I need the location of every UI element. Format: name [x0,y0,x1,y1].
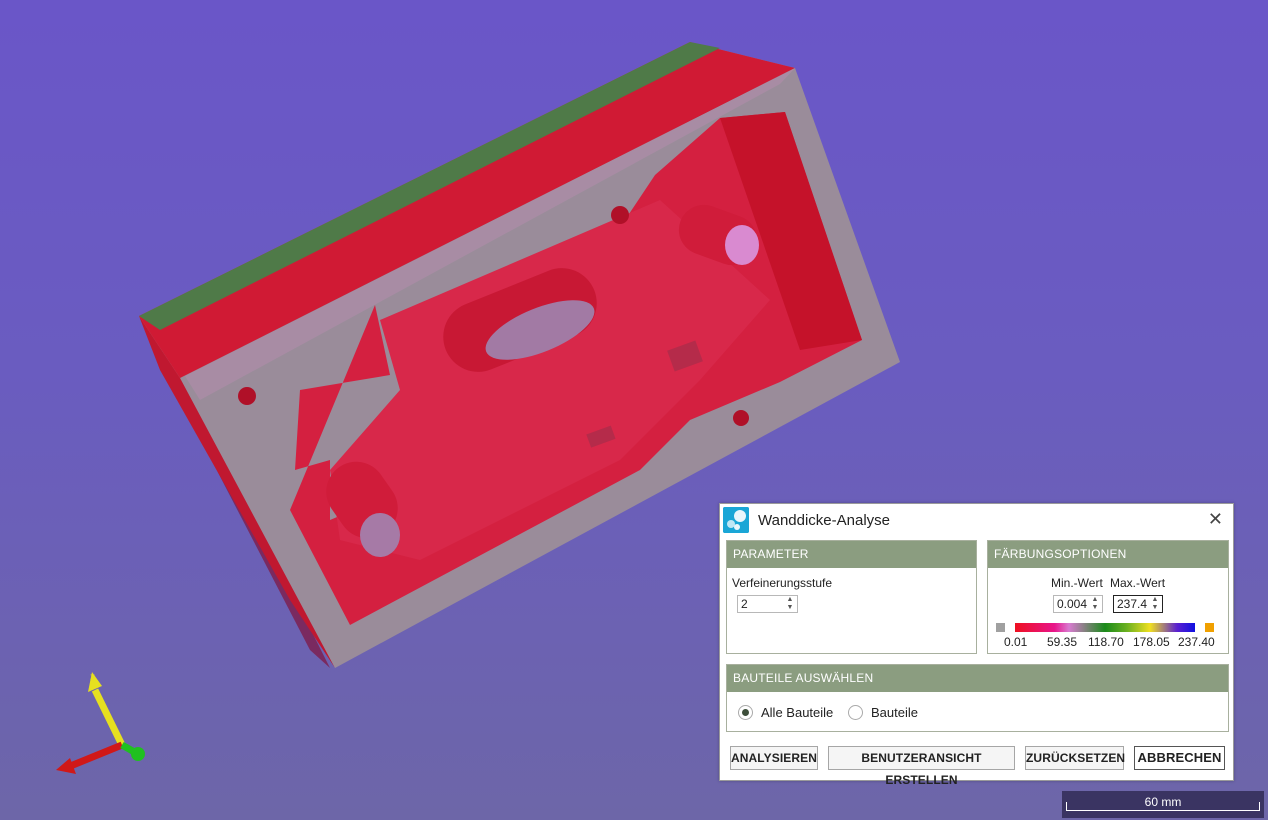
color-legend-gradient [1015,623,1195,632]
scale-bar: 60 mm [1062,791,1264,818]
part-hole-top [611,206,629,224]
legend-tick: 178.05 [1133,635,1170,649]
refinement-value: 2 [741,597,748,611]
part-cylinder-left-face [360,513,400,557]
stepper-arrows-icon[interactable]: ▲ ▼ [785,596,795,612]
reset-button[interactable]: ZURÜCKSETZEN [1025,746,1125,770]
axis-triad: z [56,672,145,774]
cancel-button[interactable]: ABBRECHEN [1134,746,1225,770]
axis-z-label: z [90,672,95,683]
radio-all-parts[interactable] [738,705,753,720]
dialog-titlebar[interactable]: Wanddicke-Analyse ✕ [720,504,1233,536]
part-hole-left [238,387,256,405]
parameter-header: PARAMETER [727,541,976,568]
scale-bar-line [1066,810,1260,811]
legend-tick: 118.70 [1088,635,1124,649]
close-icon[interactable]: ✕ [1208,509,1223,529]
radio-parts-label[interactable]: Bauteile [871,705,918,720]
min-value: 0.004 [1057,597,1088,611]
app-icon [723,507,749,533]
part-cylinder-right-face [725,225,759,265]
dialog-title: Wanddicke-Analyse [758,512,891,529]
legend-tick: 237.40 [1178,635,1215,649]
max-value: 237.4 [1117,597,1148,611]
radio-parts[interactable] [848,705,863,720]
above-range-swatch [1205,623,1214,632]
coloring-header: FÄRBUNGSOPTIONEN [988,541,1228,568]
coloring-options-group: FÄRBUNGSOPTIONEN Min.-Wert Max.-Wert 0.0… [987,540,1229,654]
create-user-view-button[interactable]: BENUTZERANSICHT ERSTELLEN [828,746,1015,787]
wall-thickness-dialog: Wanddicke-Analyse ✕ PARAMETER Verfeineru… [719,503,1234,787]
scale-bar-tick-right [1259,802,1260,811]
part-hole-right [733,410,749,426]
refinement-stepper[interactable]: 2 ▲ ▼ [737,595,798,613]
stepper-arrows-icon[interactable]: ▲ ▼ [1090,596,1100,612]
below-range-swatch [996,623,1005,632]
select-parts-group: BAUTEILE AUSWÄHLEN Alle Bauteile Bauteil… [726,664,1229,732]
select-parts-header: BAUTEILE AUSWÄHLEN [727,665,1228,692]
legend-tick: 59.35 [1047,635,1078,649]
parameter-group: PARAMETER Verfeinerungsstufe 2 ▲ ▼ [726,540,977,654]
min-value-label: Min.-Wert [1051,576,1103,590]
radio-all-parts-label[interactable]: Alle Bauteile [761,705,833,720]
max-value-label: Max.-Wert [1110,576,1166,590]
stepper-arrows-icon[interactable]: ▲ ▼ [1150,596,1160,612]
refinement-label: Verfeinerungsstufe [732,576,833,590]
max-value-stepper[interactable]: 237.4 ▲ ▼ [1113,595,1163,613]
legend-tick: 0.01 [1004,635,1028,649]
scale-bar-label: 60 mm [1144,795,1182,809]
analyze-button[interactable]: ANALYSIEREN [730,746,818,770]
min-value-stepper[interactable]: 0.004 ▲ ▼ [1053,595,1103,613]
